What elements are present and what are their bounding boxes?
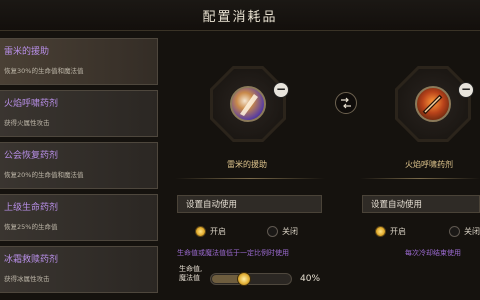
slot-frame-2[interactable] [395,66,471,142]
radio-label: 开启 [210,227,226,236]
consumable-name: 上级生命药剂 [4,203,59,213]
equip-panel: − 雷米的援助 − 火焰呼啸药剂 设置自动使用 开启 关闭 生命值或魔法值低于一… [165,38,480,300]
consumable-desc: 恢复25%的生命值 [4,223,58,231]
consumable-desc: 恢复30%的生命值和魔法值 [4,67,84,75]
slot-frame-1[interactable] [210,66,286,142]
consumable-list: 雷米的援助 恢复30%的生命值和魔法值 火焰呼啸药剂 获得火属性攻击 公会恢复药… [0,38,158,298]
consumable-item[interactable]: 雷米的援助 恢复30%的生命值和魔法值 [0,38,158,85]
auto-use-on-radio-1[interactable]: 开启 [195,226,226,237]
divider [360,178,480,179]
auto-use-hint-2: 每次冷却结束使用 [405,249,461,257]
radio-on-icon [375,226,386,237]
consumable-name: 雷米的援助 [4,47,50,57]
remove-icon[interactable]: − [273,82,289,98]
consumable-desc: 恢复20%的生命值和魔法值 [4,171,84,179]
consumable-item[interactable]: 火焰呼啸药剂 获得火属性攻击 [0,90,158,137]
window-title: 配置消耗品 [0,0,480,31]
slot-name-2: 火焰呼啸药剂 [405,160,453,169]
slider-knob[interactable] [237,272,251,286]
consumable-name: 冰霜救赎药剂 [4,255,59,265]
slot-name-1: 雷米的援助 [227,160,267,169]
remove-icon[interactable]: − [458,82,474,98]
threshold-value: 40% [300,274,321,284]
radio-off-icon [449,226,460,237]
auto-use-hint-1: 生命值或魔法值低于一定比例时使用 [177,249,289,257]
auto-use-on-radio-2[interactable]: 开启 [375,226,406,237]
radio-label: 关闭 [464,227,480,236]
consumable-desc: 获得火属性攻击 [4,119,50,127]
swap-arrows-icon[interactable] [335,92,357,114]
divider [175,178,325,179]
threshold-slider[interactable] [210,272,292,286]
radio-on-icon [195,226,206,237]
remi-aid-icon [230,86,266,122]
fire-potion-icon [415,86,451,122]
threshold-label: 生命值, 魔法值 [179,265,203,282]
consumable-name: 公会恢复药剂 [4,151,59,161]
auto-use-header-2: 设置自动使用 [362,195,480,213]
consumable-item[interactable]: 冰霜救赎药剂 获得冰属性攻击 [0,246,158,293]
consumable-desc: 获得冰属性攻击 [4,275,50,283]
auto-use-header-1: 设置自动使用 [177,195,322,213]
consumable-item[interactable]: 上级生命药剂 恢复25%的生命值 [0,194,158,241]
consumable-item[interactable]: 公会恢复药剂 恢复20%的生命值和魔法值 [0,142,158,189]
auto-use-off-radio-2[interactable]: 关闭 [449,226,480,237]
radio-label: 关闭 [282,227,298,236]
radio-label: 开启 [390,227,406,236]
radio-off-icon [267,226,278,237]
consumable-name: 火焰呼啸药剂 [4,99,59,109]
auto-use-off-radio-1[interactable]: 关闭 [267,226,298,237]
